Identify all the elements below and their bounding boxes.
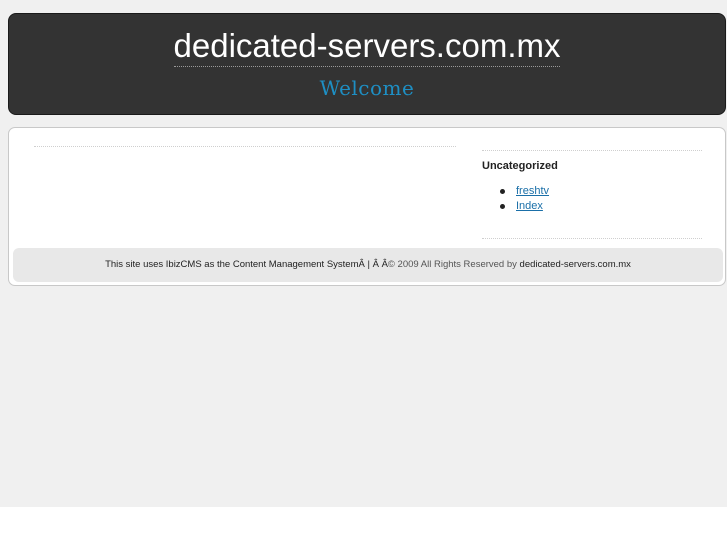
sidebar-item-freshtv: freshtv bbox=[500, 184, 549, 199]
sidebar-link-index[interactable]: Index bbox=[516, 200, 543, 212]
sidebar-item-index: Index bbox=[500, 199, 549, 214]
content-divider bbox=[34, 146, 456, 147]
site-title-wrapper: dedicated-servers.com.mx bbox=[9, 26, 725, 67]
footer-rights-text: © 2009 All Rights Reserved by bbox=[387, 259, 517, 270]
sidebar-divider-top bbox=[482, 150, 702, 151]
site-title-link[interactable]: dedicated-servers.com.mx bbox=[173, 26, 561, 67]
main-container: Uncategorized freshtv Index This site us… bbox=[8, 127, 726, 286]
footer-site-name: dedicated-servers.com.mx bbox=[519, 259, 631, 270]
site-tagline: Welcome bbox=[319, 76, 415, 100]
sidebar-link-freshtv[interactable]: freshtv bbox=[516, 185, 549, 197]
site-footer: This site uses IbizCMS as the Content Ma… bbox=[13, 248, 723, 282]
sidebar-list: freshtv Index bbox=[500, 184, 549, 214]
sidebar-divider-bottom bbox=[482, 238, 702, 239]
site-header: dedicated-servers.com.mx Welcome bbox=[8, 13, 726, 115]
sidebar-heading: Uncategorized bbox=[482, 160, 558, 172]
footer-cms-text: This site uses IbizCMS as the Content Ma… bbox=[105, 259, 388, 270]
